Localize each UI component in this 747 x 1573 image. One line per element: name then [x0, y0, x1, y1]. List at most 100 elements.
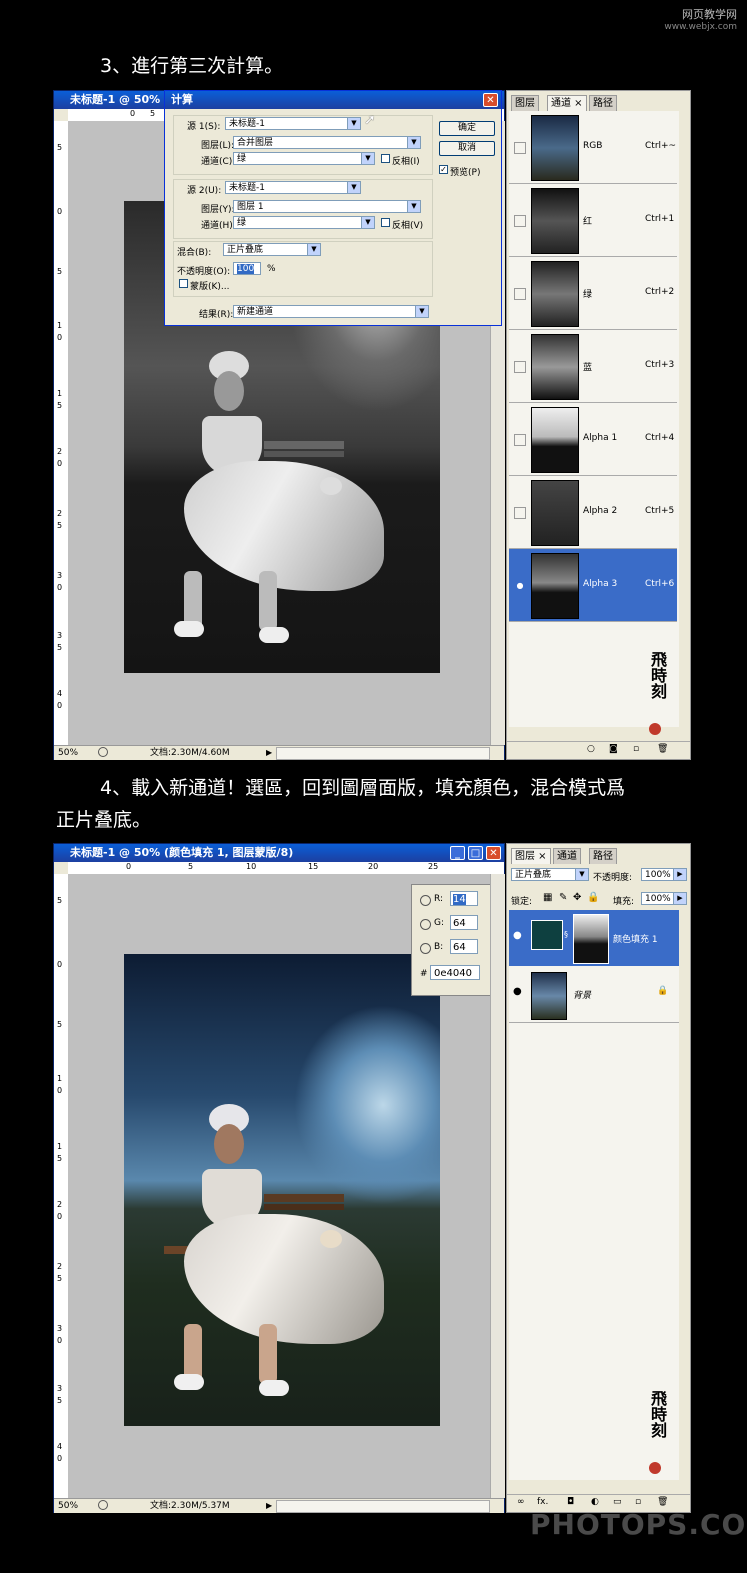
invert1-checkbox[interactable]	[381, 154, 390, 163]
channel-row-green[interactable]: 绿 Ctrl+2	[509, 257, 677, 330]
channel2-select[interactable]: 绿 ▼	[233, 216, 375, 229]
eye-icon[interactable]: ●	[513, 986, 522, 997]
source2-select[interactable]: 未标题-1 ▼	[225, 181, 361, 194]
ruler-label: 0	[57, 459, 63, 468]
new-group-icon[interactable]: ▭	[613, 1497, 622, 1507]
photo-color	[124, 954, 440, 1426]
zoom-icon[interactable]	[98, 1500, 108, 1510]
tab-channels[interactable]: 通道	[553, 848, 581, 864]
status-menu-arrow-icon[interactable]: ▶	[266, 1499, 272, 1513]
channel-row-blue[interactable]: 蓝 Ctrl+3	[509, 330, 677, 403]
tab-channels[interactable]: 通道 ×	[547, 95, 587, 111]
ok-button[interactable]: 确定	[439, 121, 495, 136]
new-channel-icon[interactable]: ▫	[633, 744, 639, 754]
adjustment-layer-icon[interactable]: ◐	[591, 1497, 599, 1507]
blend-select[interactable]: 正片叠底 ▼	[223, 243, 321, 256]
g-input[interactable]: 64	[450, 915, 478, 930]
channel-row-alpha1[interactable]: Alpha 1 Ctrl+4	[509, 403, 677, 476]
channel-thumbnail	[531, 407, 579, 473]
channel1-select[interactable]: 绿 ▼	[233, 152, 375, 165]
ruler-label: 5	[57, 267, 63, 276]
tab-layers[interactable]: 图层 ×	[511, 848, 551, 864]
bench-back	[264, 441, 344, 449]
layer-thumbnail	[531, 972, 567, 1020]
doc-size-2: 文档:2.30M/5.37M	[150, 1501, 230, 1511]
blend-mode-select[interactable]: 正片叠底 ▼	[511, 868, 589, 881]
vertical-ruler-1[interactable]: 5 0 5 1 0 1 5 2 0 2 5 3 0 3 5 4 0	[54, 121, 69, 745]
hex-input[interactable]: 0e4040	[430, 965, 480, 980]
horizontal-scrollbar-2[interactable]	[276, 1500, 490, 1513]
channel-name: 绿	[583, 290, 593, 300]
ruler-label: 1	[57, 321, 63, 330]
close-icon[interactable]: ✕	[483, 93, 498, 107]
visibility-toggle[interactable]	[514, 215, 526, 227]
new-layer-icon[interactable]: ▫	[635, 1497, 641, 1507]
invert2-checkbox[interactable]	[381, 218, 390, 227]
vertical-ruler-2[interactable]: 5 0 5 1 0 1 5 2 0 2 5 3 0 3 5 4 0	[54, 874, 69, 1498]
save-selection-icon[interactable]: ◙	[609, 744, 618, 754]
radio-r[interactable]	[420, 895, 431, 906]
link-layers-icon[interactable]: ∞	[517, 1497, 525, 1507]
document-titlebar-2[interactable]: 未标题-1 @ 50% (颜色填充 1, 图层蒙版/8) _ □ ✕	[54, 844, 504, 862]
channel-row-rgb[interactable]: RGB Ctrl+~	[509, 111, 677, 184]
eye-icon[interactable]: ●	[513, 930, 522, 941]
load-selection-icon[interactable]: ○	[587, 744, 595, 754]
channel-row-alpha3[interactable]: ● Alpha 3 Ctrl+6	[509, 549, 677, 622]
visibility-toggle[interactable]	[514, 361, 526, 373]
lock-position-icon[interactable]: ✥	[573, 892, 581, 903]
channel-row-alpha2[interactable]: Alpha 2 Ctrl+5	[509, 476, 677, 549]
zoom-icon[interactable]	[98, 747, 108, 757]
mask-checkbox[interactable]	[179, 279, 188, 288]
tab-paths[interactable]: 路径	[589, 848, 617, 864]
lock-image-icon[interactable]: ✎	[559, 892, 567, 903]
close-icon[interactable]: ✕	[486, 846, 501, 860]
b-input[interactable]: 64	[450, 939, 478, 954]
layer2-select[interactable]: 图层 1 ▼	[233, 200, 421, 213]
photops-watermark: PHOTOPS.COM	[530, 1508, 747, 1541]
radio-b[interactable]	[420, 943, 431, 954]
visibility-toggle[interactable]	[514, 288, 526, 300]
visibility-toggle[interactable]	[514, 142, 526, 154]
lock-transparent-icon[interactable]: ▦	[543, 892, 552, 903]
fill-input[interactable]: 100% ▶	[641, 892, 687, 905]
trash-icon[interactable]: 🗑	[657, 744, 668, 754]
layer1-select[interactable]: 合并图层 ▼	[233, 136, 421, 149]
ruler-label: 0	[57, 1454, 63, 1463]
minimize-icon[interactable]: _	[450, 846, 465, 860]
layer-opacity-input[interactable]: 100% ▶	[641, 868, 687, 881]
visibility-toggle[interactable]	[514, 507, 526, 519]
layer-row-color-fill[interactable]: ● § 颜色填充 1	[509, 910, 679, 966]
status-menu-arrow-icon[interactable]: ▶	[266, 746, 272, 760]
layer-row-background[interactable]: ● 背景 🔒	[509, 968, 679, 1023]
preview-label: 预览(P)	[450, 168, 481, 178]
lock-all-icon[interactable]: 🔒	[587, 892, 599, 903]
channel-row-red[interactable]: 红 Ctrl+1	[509, 184, 677, 257]
r-input[interactable]: 14	[450, 891, 478, 906]
visibility-toggle[interactable]	[514, 434, 526, 446]
opacity-input[interactable]: 100	[233, 262, 261, 275]
source1-select[interactable]: 未标题-1 ▼	[225, 117, 361, 130]
fx-icon[interactable]: fx.	[537, 1497, 548, 1507]
step-4-line-2: 正片叠底。	[56, 809, 152, 831]
cancel-button[interactable]: 取消	[439, 141, 495, 156]
link-icon[interactable]: §	[564, 930, 568, 939]
channel-shortcut: Ctrl+~	[645, 141, 677, 151]
vertical-scrollbar-2[interactable]	[490, 874, 505, 1498]
bride-shoe	[259, 1380, 289, 1396]
tab-layers[interactable]: 图层	[511, 95, 539, 111]
radio-g[interactable]	[420, 919, 431, 930]
add-mask-icon[interactable]: ◘	[567, 1497, 574, 1507]
bride-shoe	[174, 621, 204, 637]
zoom-level-1[interactable]: 50%	[58, 746, 78, 760]
horizontal-scrollbar-1[interactable]	[276, 747, 490, 760]
trash-icon[interactable]: 🗑	[657, 1497, 668, 1507]
maximize-icon[interactable]: □	[468, 846, 483, 860]
eye-icon[interactable]: ●	[514, 580, 526, 592]
preview-checkbox[interactable]: ✓	[439, 165, 448, 174]
result-select[interactable]: 新建通道 ▼	[233, 305, 429, 318]
tab-paths[interactable]: 路径	[589, 95, 617, 111]
dialog-title: 计算	[171, 93, 193, 106]
canvas-area-2[interactable]: R: 14 G: 64 B: 64 # 0e4040	[68, 874, 491, 1498]
zoom-level-2[interactable]: 50%	[58, 1499, 78, 1513]
dialog-titlebar[interactable]: 计算 ✕	[165, 91, 501, 109]
